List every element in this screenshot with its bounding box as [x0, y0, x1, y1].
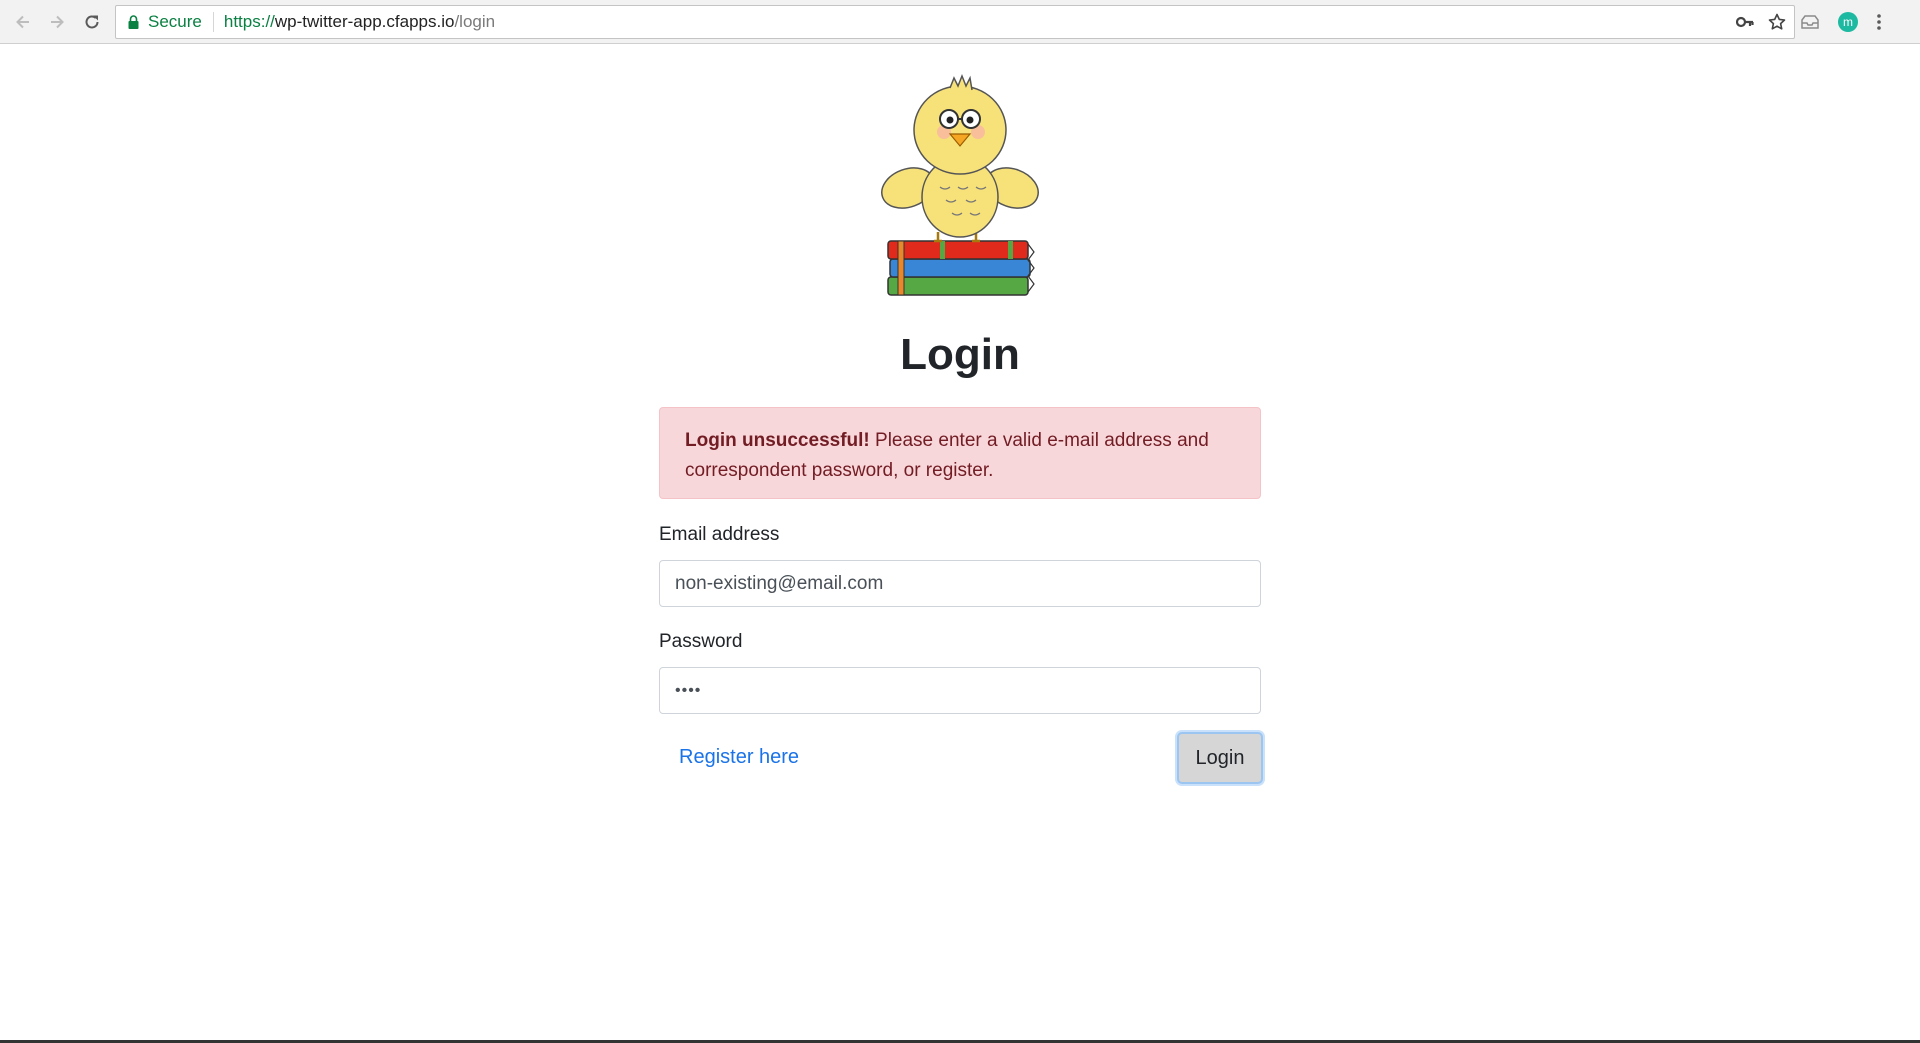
star-icon[interactable]	[1768, 13, 1786, 31]
form-actions: Register here Login	[659, 732, 1263, 784]
reload-button[interactable]	[78, 8, 106, 36]
alert-title: Login unsuccessful!	[685, 430, 870, 451]
url-text[interactable]: https://wp-twitter-app.cfapps.io/login	[224, 12, 495, 32]
url-path: /login	[454, 12, 496, 31]
password-field[interactable]	[659, 667, 1261, 714]
page-content: Login Login unsuccessful! Please enter a…	[0, 45, 1920, 1043]
login-form: Login unsuccessful! Please enter a valid…	[659, 407, 1263, 784]
arrow-left-icon	[16, 15, 29, 29]
reload-icon	[85, 15, 99, 29]
secure-label: Secure	[148, 12, 202, 31]
profile-avatar[interactable]: m	[1838, 12, 1858, 32]
browser-toolbar: Secure https://wp-twitter-app.cfapps.io/…	[0, 0, 1920, 44]
url-host: wp-twitter-app.cfapps.io	[274, 12, 455, 31]
arrow-right-icon	[51, 15, 64, 29]
books-stack	[887, 240, 1035, 296]
lock-icon	[128, 15, 139, 29]
url-scheme: https://	[223, 12, 275, 31]
extensions-area: m	[1800, 8, 1882, 36]
forward-button[interactable]	[43, 8, 71, 36]
login-button[interactable]: Login	[1177, 732, 1263, 784]
inbox-tray-icon[interactable]	[1800, 13, 1820, 31]
chick-logo	[881, 73, 1039, 296]
page-title: Login	[900, 330, 1020, 379]
key-icon[interactable]	[1736, 16, 1754, 28]
password-label: Password	[659, 631, 743, 652]
vertical-dots-icon[interactable]	[1876, 13, 1882, 31]
email-field[interactable]	[659, 560, 1261, 607]
address-bar[interactable]: Secure https://wp-twitter-app.cfapps.io/…	[115, 5, 1795, 39]
error-alert: Login unsuccessful! Please enter a valid…	[659, 407, 1261, 499]
email-label: Email address	[659, 524, 780, 545]
register-link[interactable]: Register here	[679, 746, 799, 769]
omnibox-actions	[1736, 6, 1786, 38]
back-button[interactable]	[9, 8, 37, 36]
security-indicator[interactable]: Secure	[116, 12, 214, 32]
